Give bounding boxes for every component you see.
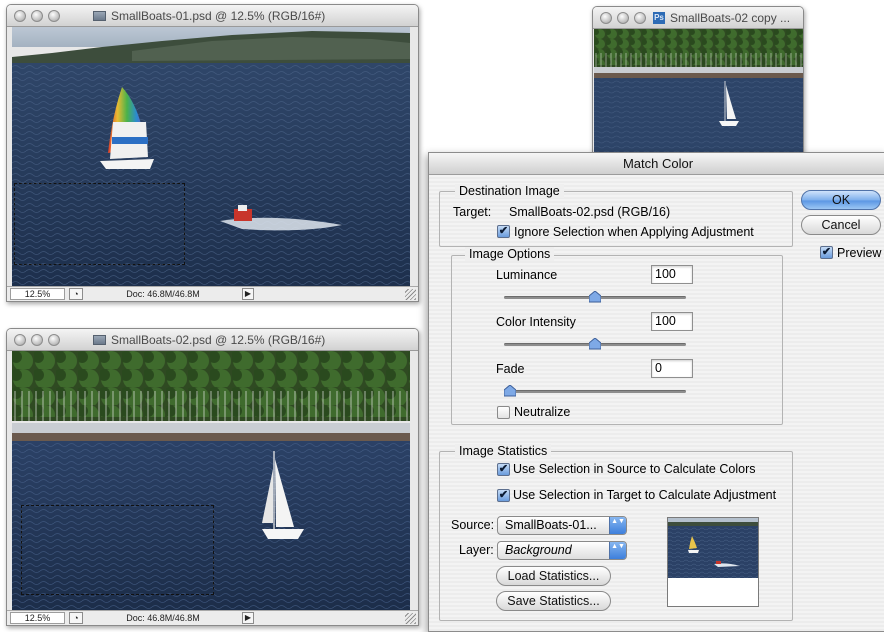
popup-arrows-icon: ▲▼ [609, 542, 626, 559]
layer-popup-value: Background [505, 543, 572, 557]
document-window-smallboats-02-copy[interactable]: Ps SmallBoats-02 copy ... [592, 6, 804, 176]
use-selection-source-label: Use Selection in Source to Calculate Col… [513, 462, 756, 476]
resize-grip-icon[interactable] [405, 289, 416, 300]
history-icon[interactable]: ◔ [69, 288, 83, 300]
status-bar: 12.5% ◔ Doc: 46.8M/46.8M ▶ [7, 286, 418, 301]
luminance-label: Luminance [496, 268, 558, 282]
status-menu-arrow-icon[interactable]: ▶ [242, 612, 254, 624]
target-label: Target: [453, 205, 492, 219]
close-icon[interactable] [14, 334, 26, 346]
title-bar[interactable]: SmallBoats-01.psd @ 12.5% (RGB/16#) [7, 5, 418, 27]
window-controls [600, 12, 646, 24]
fade-label: Fade [496, 362, 525, 376]
image-canvas[interactable] [12, 351, 410, 613]
history-icon[interactable]: ◔ [69, 612, 83, 624]
preview-label: Preview [837, 246, 882, 260]
image-options-label: Image Options [465, 247, 555, 261]
source-thumbnail-image [668, 518, 758, 606]
color-intensity-label: Color Intensity [496, 315, 576, 329]
document-icon [93, 11, 106, 21]
selection-marquee[interactable] [14, 183, 185, 265]
neutralize-checkbox[interactable] [497, 406, 510, 419]
document-window-smallboats-02[interactable]: SmallBoats-02.psd @ 12.5% (RGB/16#) 12.5… [6, 328, 419, 626]
zoom-field[interactable]: 12.5% [10, 288, 65, 300]
source-popup-value: SmallBoats-01... [505, 518, 597, 532]
zoom-icon[interactable] [634, 12, 646, 24]
layer-label: Layer: [459, 543, 494, 557]
document-window-smallboats-01[interactable]: SmallBoats-01.psd @ 12.5% (RGB/16#) 12.5… [6, 4, 419, 302]
save-statistics-button[interactable]: Save Statistics... [496, 591, 611, 611]
status-bar: 12.5% ◔ Doc: 46.8M/46.8M ▶ [7, 610, 418, 625]
luminance-field[interactable]: 100 [651, 265, 693, 284]
status-menu-arrow-icon[interactable]: ▶ [242, 288, 254, 300]
close-icon[interactable] [14, 10, 26, 22]
source-popup[interactable]: SmallBoats-01... ▲▼ [497, 516, 627, 535]
match-color-dialog: Match Color Destination Image Target: Sm… [428, 152, 884, 632]
image-statistics-label: Image Statistics [455, 444, 552, 458]
zoom-icon[interactable] [48, 10, 60, 22]
layer-popup[interactable]: Background ▲▼ [497, 541, 627, 560]
minimize-icon[interactable] [617, 12, 629, 24]
window-title: SmallBoats-01.psd @ 12.5% (RGB/16#) [111, 9, 326, 23]
photoshop-doc-icon: Ps [653, 12, 665, 24]
preview-checkbox[interactable]: ✔ [820, 246, 833, 259]
luminance-slider-thumb-icon[interactable] [589, 291, 601, 303]
destination-image-label: Destination Image [455, 184, 564, 198]
selection-marquee[interactable] [21, 505, 214, 595]
doc-size-label: Doc: 46.8M/46.8M [126, 289, 200, 299]
image-canvas[interactable] [12, 27, 410, 289]
zoom-icon[interactable] [48, 334, 60, 346]
color-intensity-slider-thumb-icon[interactable] [589, 338, 601, 350]
resize-grip-icon[interactable] [405, 613, 416, 624]
minimize-icon[interactable] [31, 334, 43, 346]
neutralize-label: Neutralize [514, 405, 571, 419]
fade-slider-thumb-icon[interactable] [504, 385, 516, 397]
window-title: SmallBoats-02.psd @ 12.5% (RGB/16#) [111, 333, 326, 347]
target-value: SmallBoats-02.psd (RGB/16) [509, 205, 671, 219]
title-bar[interactable]: Ps SmallBoats-02 copy ... [593, 7, 803, 29]
ok-button[interactable]: OK [801, 190, 881, 210]
use-selection-target-checkbox[interactable]: ✔ [497, 489, 510, 502]
close-icon[interactable] [600, 12, 612, 24]
title-bar[interactable]: SmallBoats-02.psd @ 12.5% (RGB/16#) [7, 329, 418, 351]
window-controls [14, 334, 60, 346]
fade-field[interactable]: 0 [651, 359, 693, 378]
fade-slider-track[interactable] [504, 390, 686, 393]
source-thumbnail [667, 517, 759, 607]
color-intensity-field[interactable]: 100 [651, 312, 693, 331]
use-selection-source-checkbox[interactable]: ✔ [497, 463, 510, 476]
popup-arrows-icon: ▲▼ [609, 517, 626, 534]
ignore-selection-label: Ignore Selection when Applying Adjustmen… [514, 225, 754, 239]
use-selection-target-label: Use Selection in Target to Calculate Adj… [513, 488, 777, 502]
doc-size-label: Doc: 46.8M/46.8M [126, 613, 200, 623]
dialog-title[interactable]: Match Color [429, 153, 884, 175]
cancel-button[interactable]: Cancel [801, 215, 881, 235]
window-title: SmallBoats-02 copy ... [670, 11, 791, 25]
minimize-icon[interactable] [31, 10, 43, 22]
source-label: Source: [451, 518, 495, 532]
ignore-selection-checkbox[interactable]: ✔ [497, 225, 510, 238]
zoom-field[interactable]: 12.5% [10, 612, 65, 624]
document-icon [93, 335, 106, 345]
window-controls [14, 10, 60, 22]
load-statistics-button[interactable]: Load Statistics... [496, 566, 611, 586]
